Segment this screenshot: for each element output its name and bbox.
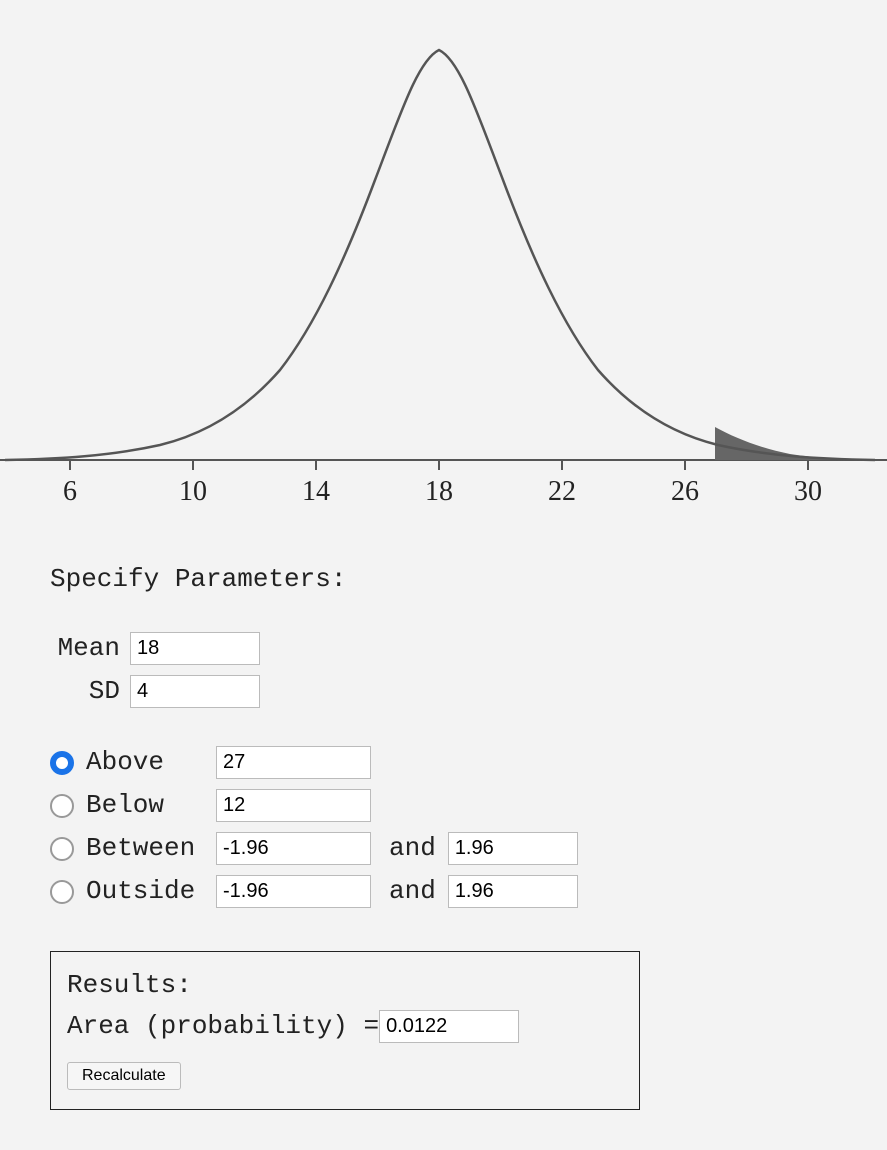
radio-between[interactable] — [50, 837, 74, 861]
above-label: Above — [86, 743, 216, 782]
between-label: Between — [86, 829, 216, 868]
x-tick-label: 10 — [179, 476, 207, 507]
radio-below[interactable] — [50, 794, 74, 818]
and-label-1: and — [389, 829, 436, 868]
between-low-input[interactable] — [216, 832, 371, 865]
pdf-curve — [5, 50, 875, 460]
x-tick-label: 14 — [302, 476, 330, 507]
outside-low-input[interactable] — [216, 875, 371, 908]
and-label-2: and — [389, 872, 436, 911]
above-value-input[interactable] — [216, 746, 371, 779]
recalculate-button[interactable]: Recalculate — [67, 1062, 181, 1090]
area-value-output[interactable] — [379, 1010, 519, 1043]
results-title: Results: — [67, 966, 623, 1005]
results-box: Results: Area (probability) = Recalculat… — [50, 951, 640, 1110]
radio-outside[interactable] — [50, 880, 74, 904]
x-tick-label: 6 — [63, 476, 77, 507]
outside-label: Outside — [86, 872, 216, 911]
normal-distribution-chart: 6 10 14 18 22 26 30 — [0, 0, 887, 520]
below-value-input[interactable] — [216, 789, 371, 822]
between-high-input[interactable] — [448, 832, 578, 865]
sd-input[interactable] — [130, 675, 260, 708]
mean-label: Mean — [50, 629, 120, 668]
area-label: Area (probability) = — [67, 1007, 379, 1046]
radio-above[interactable] — [50, 751, 74, 775]
shaded-tail — [715, 427, 875, 460]
x-tick-label: 22 — [548, 476, 576, 507]
x-tick-label: 18 — [425, 476, 453, 507]
specify-parameters-title: Specify Parameters: — [50, 560, 837, 599]
x-tick-label: 26 — [671, 476, 699, 507]
below-label: Below — [86, 786, 216, 825]
outside-high-input[interactable] — [448, 875, 578, 908]
sd-label: SD — [50, 672, 120, 711]
mean-input[interactable] — [130, 632, 260, 665]
x-tick-label: 30 — [794, 476, 822, 507]
